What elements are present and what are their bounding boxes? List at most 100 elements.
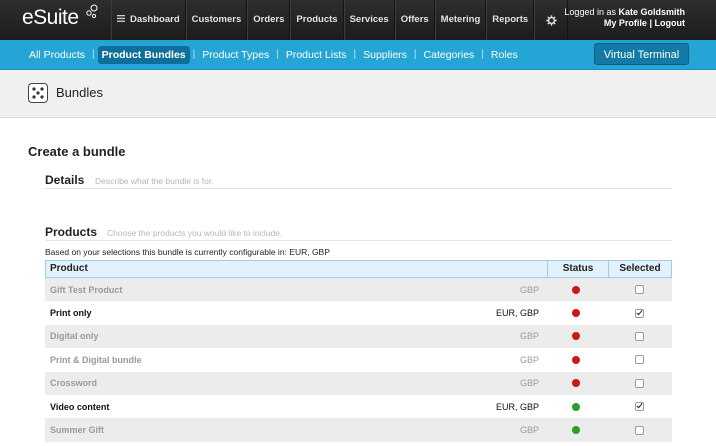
subnav-product-types[interactable]: Product Types bbox=[198, 46, 273, 64]
virtual-terminal-button[interactable]: Virtual Terminal bbox=[594, 43, 689, 65]
status-indicator-icon bbox=[571, 355, 580, 364]
selected-cell bbox=[608, 378, 670, 388]
product-name: Print only bbox=[50, 308, 92, 319]
status-cell bbox=[543, 332, 608, 341]
select-product-checkbox[interactable] bbox=[634, 308, 644, 318]
logo-circles-icon bbox=[86, 4, 98, 19]
select-product-checkbox[interactable] bbox=[634, 285, 644, 295]
table-row[interactable]: Gift Test Product GBP bbox=[45, 278, 672, 302]
select-product-checkbox[interactable] bbox=[634, 378, 644, 388]
subnav-separator: | bbox=[276, 49, 279, 60]
select-product-checkbox[interactable] bbox=[634, 331, 644, 341]
status-cell bbox=[543, 355, 608, 364]
product-currencies: GBP bbox=[519, 354, 539, 365]
selected-cell bbox=[608, 425, 670, 435]
column-header-status[interactable]: Status bbox=[548, 261, 609, 277]
nav-metering[interactable]: Metering bbox=[434, 0, 487, 40]
top-bar: eSuite Dashboard Customers Orders Produc… bbox=[0, 0, 716, 40]
status-cell bbox=[543, 402, 608, 411]
status-cell bbox=[543, 285, 608, 294]
status-indicator-icon bbox=[571, 426, 580, 435]
table-row[interactable]: Crossword GBP bbox=[45, 371, 672, 395]
settings-button[interactable] bbox=[534, 0, 569, 40]
subnav-product-lists[interactable]: Product Lists bbox=[282, 46, 351, 64]
page-header: Bundles bbox=[0, 70, 716, 118]
products-divider bbox=[45, 240, 672, 241]
subnav-separator: | bbox=[353, 49, 357, 60]
product-name: Summer Gift bbox=[50, 425, 105, 436]
logged-in-line: Logged in as Kate Goldsmith bbox=[564, 7, 685, 18]
user-links: My Profile | Logout bbox=[564, 18, 685, 29]
select-product-checkbox[interactable] bbox=[634, 402, 644, 412]
select-product-checkbox[interactable] bbox=[634, 425, 644, 435]
user-name: Kate Goldsmith bbox=[618, 7, 685, 17]
bundle-dice-icon bbox=[28, 83, 48, 103]
logged-in-prefix: Logged in as bbox=[564, 7, 616, 17]
subnav-separator: | bbox=[192, 49, 196, 60]
status-indicator-icon bbox=[571, 402, 580, 411]
logout-link[interactable]: Logout bbox=[655, 18, 686, 28]
table-row[interactable]: Digital only GBP bbox=[45, 324, 672, 349]
subnav-roles[interactable]: Roles bbox=[487, 46, 522, 64]
products-table: Product Status Selected Gift Test Produc… bbox=[45, 260, 672, 442]
subnav-separator: | bbox=[481, 49, 484, 60]
status-cell bbox=[543, 309, 608, 318]
selected-cell bbox=[608, 285, 670, 295]
subnav-separator: | bbox=[92, 49, 95, 60]
table-row[interactable]: Summer Gift GBP bbox=[45, 418, 672, 442]
product-currencies: EUR, GBP bbox=[495, 401, 539, 412]
table-header: Product Status Selected bbox=[45, 260, 672, 278]
details-section-description: Describe what the bundle is for. bbox=[95, 176, 214, 186]
products-section-description: Choose the products you would like to in… bbox=[107, 228, 283, 238]
nav-orders[interactable]: Orders bbox=[247, 0, 291, 40]
product-name: Crossword bbox=[50, 378, 98, 389]
table-row[interactable]: Print & Digital bundle GBP bbox=[45, 348, 672, 372]
product-name: Print & Digital bundle bbox=[50, 354, 142, 365]
product-name: Digital only bbox=[50, 331, 99, 342]
product-name: Gift Test Product bbox=[50, 284, 123, 295]
product-currencies: GBP bbox=[519, 378, 539, 389]
status-indicator-icon bbox=[571, 332, 580, 341]
select-product-checkbox[interactable] bbox=[634, 355, 644, 365]
my-profile-link[interactable]: My Profile bbox=[604, 18, 647, 28]
selected-cell bbox=[608, 331, 670, 341]
menu-icon bbox=[117, 14, 125, 22]
details-divider bbox=[45, 188, 672, 189]
esuite-logo[interactable]: eSuite bbox=[22, 6, 79, 30]
create-bundle-heading: Create a bundle bbox=[28, 144, 126, 159]
subnav-categories[interactable]: Categories bbox=[420, 46, 479, 64]
column-header-product[interactable]: Product bbox=[46, 261, 548, 277]
page-title: Bundles bbox=[56, 85, 103, 100]
status-cell bbox=[543, 426, 608, 435]
column-header-selected[interactable]: Selected bbox=[609, 261, 671, 277]
status-indicator-icon bbox=[571, 285, 580, 294]
nav-dashboard[interactable]: Dashboard bbox=[111, 0, 186, 40]
table-body: Gift Test Product GBP Print only EUR, GBP Di… bbox=[45, 278, 672, 442]
product-currencies: GBP bbox=[519, 284, 539, 295]
status-indicator-icon bbox=[571, 309, 580, 318]
nav-reports[interactable]: Reports bbox=[486, 0, 535, 40]
nav-services[interactable]: Services bbox=[343, 0, 395, 40]
selected-cell bbox=[608, 355, 670, 365]
nav-customers[interactable]: Customers bbox=[185, 0, 248, 40]
product-currencies: GBP bbox=[519, 331, 539, 342]
selected-cell bbox=[608, 308, 670, 318]
products-section-title: Products bbox=[45, 225, 98, 239]
nav-products[interactable]: Products bbox=[290, 0, 344, 40]
gear-icon bbox=[545, 14, 557, 26]
main-nav: Dashboard Customers Orders Products Serv… bbox=[111, 0, 569, 40]
status-cell bbox=[543, 379, 608, 388]
product-currencies: GBP bbox=[519, 425, 539, 436]
subnav-product-bundles[interactable]: Product Bundles bbox=[97, 45, 190, 64]
subnav-separator: | bbox=[413, 49, 417, 60]
table-row[interactable]: Print only EUR, GBP bbox=[45, 301, 672, 325]
selected-cell bbox=[608, 402, 670, 412]
product-name: Video content bbox=[50, 401, 110, 412]
subnav-suppliers[interactable]: Suppliers bbox=[359, 46, 411, 64]
status-indicator-icon bbox=[571, 379, 580, 388]
subnav-all-products[interactable]: All Products bbox=[25, 46, 89, 64]
nav-dashboard-label: Dashboard bbox=[130, 14, 180, 25]
nav-offers[interactable]: Offers bbox=[394, 0, 435, 40]
user-links-separator: | bbox=[649, 18, 652, 28]
table-row[interactable]: Video content EUR, GBP bbox=[45, 394, 672, 419]
